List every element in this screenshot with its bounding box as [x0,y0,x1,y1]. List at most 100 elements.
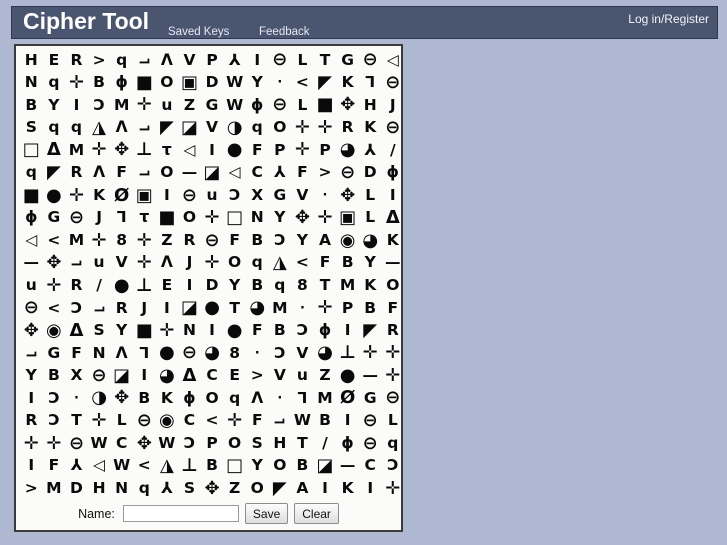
cipher-glyph[interactable]: < [43,229,66,252]
cipher-glyph[interactable]: R [110,297,133,320]
cipher-glyph[interactable]: O [201,387,224,410]
cipher-glyph[interactable]: ● [43,184,66,207]
cipher-glyph[interactable]: B [314,410,337,433]
cipher-glyph[interactable]: 8 [223,342,246,365]
cipher-glyph[interactable]: ✛ [382,342,405,365]
cipher-glyph[interactable]: q [110,49,133,72]
cipher-glyph[interactable]: ⊥ [336,342,359,365]
cipher-glyph[interactable]: W [110,455,133,478]
cipher-glyph[interactable]: ◕ [314,342,337,365]
cipher-glyph[interactable]: ◉ [336,229,359,252]
cipher-glyph[interactable]: ⅄ [65,455,88,478]
cipher-glyph[interactable]: q [223,387,246,410]
cipher-glyph[interactable]: B [291,455,314,478]
cipher-glyph[interactable]: ⌐ [88,297,111,320]
cipher-glyph[interactable]: Ꞁ [133,342,156,365]
cipher-glyph[interactable]: ◁ [382,49,405,72]
cipher-glyph[interactable]: u [291,365,314,388]
cipher-glyph[interactable]: K [382,229,405,252]
cipher-glyph[interactable]: / [314,432,337,455]
cipher-glyph[interactable]: ⊥ [133,139,156,162]
cipher-glyph[interactable]: K [336,477,359,500]
cipher-glyph[interactable]: ◤ [269,477,292,500]
cipher-glyph[interactable]: V [178,49,201,72]
cipher-glyph[interactable]: ⊖ [382,387,405,410]
cipher-glyph[interactable]: Z [178,94,201,117]
cipher-glyph[interactable]: B [43,365,66,388]
cipher-glyph[interactable]: > [246,365,269,388]
cipher-glyph[interactable]: S [246,432,269,455]
cipher-glyph[interactable]: L [359,207,382,230]
cipher-glyph[interactable]: L [359,184,382,207]
cipher-glyph[interactable]: Λ [156,49,179,72]
cipher-glyph[interactable]: ⌐ [133,162,156,185]
cipher-glyph[interactable]: q [43,117,66,140]
cipher-glyph[interactable]: F [382,297,405,320]
cipher-glyph[interactable]: / [382,139,405,162]
cipher-glyph[interactable]: ✛ [88,410,111,433]
cipher-glyph[interactable]: ● [110,274,133,297]
cipher-glyph[interactable]: Ɔ [223,184,246,207]
cipher-glyph[interactable]: O [382,274,405,297]
cipher-glyph[interactable]: ◤ [314,72,337,95]
cipher-glyph[interactable]: Y [20,365,43,388]
cipher-glyph[interactable]: ◉ [43,320,66,343]
cipher-glyph[interactable]: ⊥ [133,274,156,297]
cipher-glyph[interactable]: I [20,387,43,410]
cipher-glyph[interactable]: L [291,49,314,72]
cipher-glyph[interactable]: C [246,162,269,185]
cipher-glyph[interactable]: I [201,139,224,162]
cipher-glyph[interactable]: B [88,72,111,95]
cipher-glyph[interactable]: R [178,229,201,252]
cipher-glyph[interactable]: Λ [156,252,179,275]
cipher-glyph[interactable]: S [178,477,201,500]
cipher-glyph[interactable]: ⅄ [269,162,292,185]
cipher-glyph[interactable]: Y [223,274,246,297]
cipher-glyph[interactable]: D [201,274,224,297]
cipher-glyph[interactable]: ✛ [359,342,382,365]
cipher-glyph[interactable]: ⊖ [65,432,88,455]
cipher-glyph[interactable]: ◑ [88,387,111,410]
cipher-glyph[interactable]: ⌐ [20,342,43,365]
cipher-glyph[interactable]: < [201,410,224,433]
cipher-glyph[interactable]: C [201,365,224,388]
cipher-glyph[interactable]: ● [336,365,359,388]
clear-button[interactable]: Clear [294,503,339,524]
cipher-glyph[interactable]: ◉ [156,410,179,433]
cipher-glyph[interactable]: I [246,49,269,72]
cipher-glyph[interactable]: I [201,320,224,343]
cipher-glyph[interactable]: ✛ [201,252,224,275]
cipher-glyph[interactable]: F [43,455,66,478]
cipher-glyph[interactable]: ϕ [20,207,43,230]
cipher-glyph[interactable]: ◪ [201,162,224,185]
cipher-glyph[interactable]: ◪ [178,297,201,320]
cipher-glyph[interactable]: u [88,252,111,275]
cipher-glyph[interactable]: J [382,94,405,117]
cipher-glyph[interactable]: X [246,184,269,207]
cipher-glyph[interactable]: □ [223,455,246,478]
cipher-glyph[interactable]: Ɔ [291,320,314,343]
cipher-glyph[interactable]: ⊖ [336,162,359,185]
cipher-glyph[interactable]: Y [269,207,292,230]
cipher-glyph[interactable]: B [359,297,382,320]
cipher-glyph[interactable]: N [88,342,111,365]
cipher-glyph[interactable]: J [88,207,111,230]
cipher-glyph[interactable]: ■ [156,207,179,230]
cipher-glyph[interactable]: < [43,297,66,320]
cipher-glyph[interactable]: u [20,274,43,297]
cipher-glyph[interactable]: ✥ [201,477,224,500]
cipher-glyph[interactable]: > [314,162,337,185]
cipher-glyph[interactable]: — [20,252,43,275]
cipher-glyph[interactable]: ✥ [336,184,359,207]
cipher-glyph[interactable]: Λ [110,342,133,365]
cipher-glyph[interactable]: Ɔ [269,229,292,252]
cipher-glyph[interactable]: ◮ [156,455,179,478]
cipher-glyph[interactable]: P [336,297,359,320]
cipher-glyph[interactable]: u [156,94,179,117]
cipher-glyph[interactable]: I [314,477,337,500]
cipher-glyph[interactable]: Y [359,252,382,275]
cipher-glyph[interactable]: O [246,477,269,500]
cipher-glyph[interactable]: F [246,410,269,433]
cipher-glyph[interactable]: Ø [110,184,133,207]
cipher-glyph[interactable]: M [336,274,359,297]
